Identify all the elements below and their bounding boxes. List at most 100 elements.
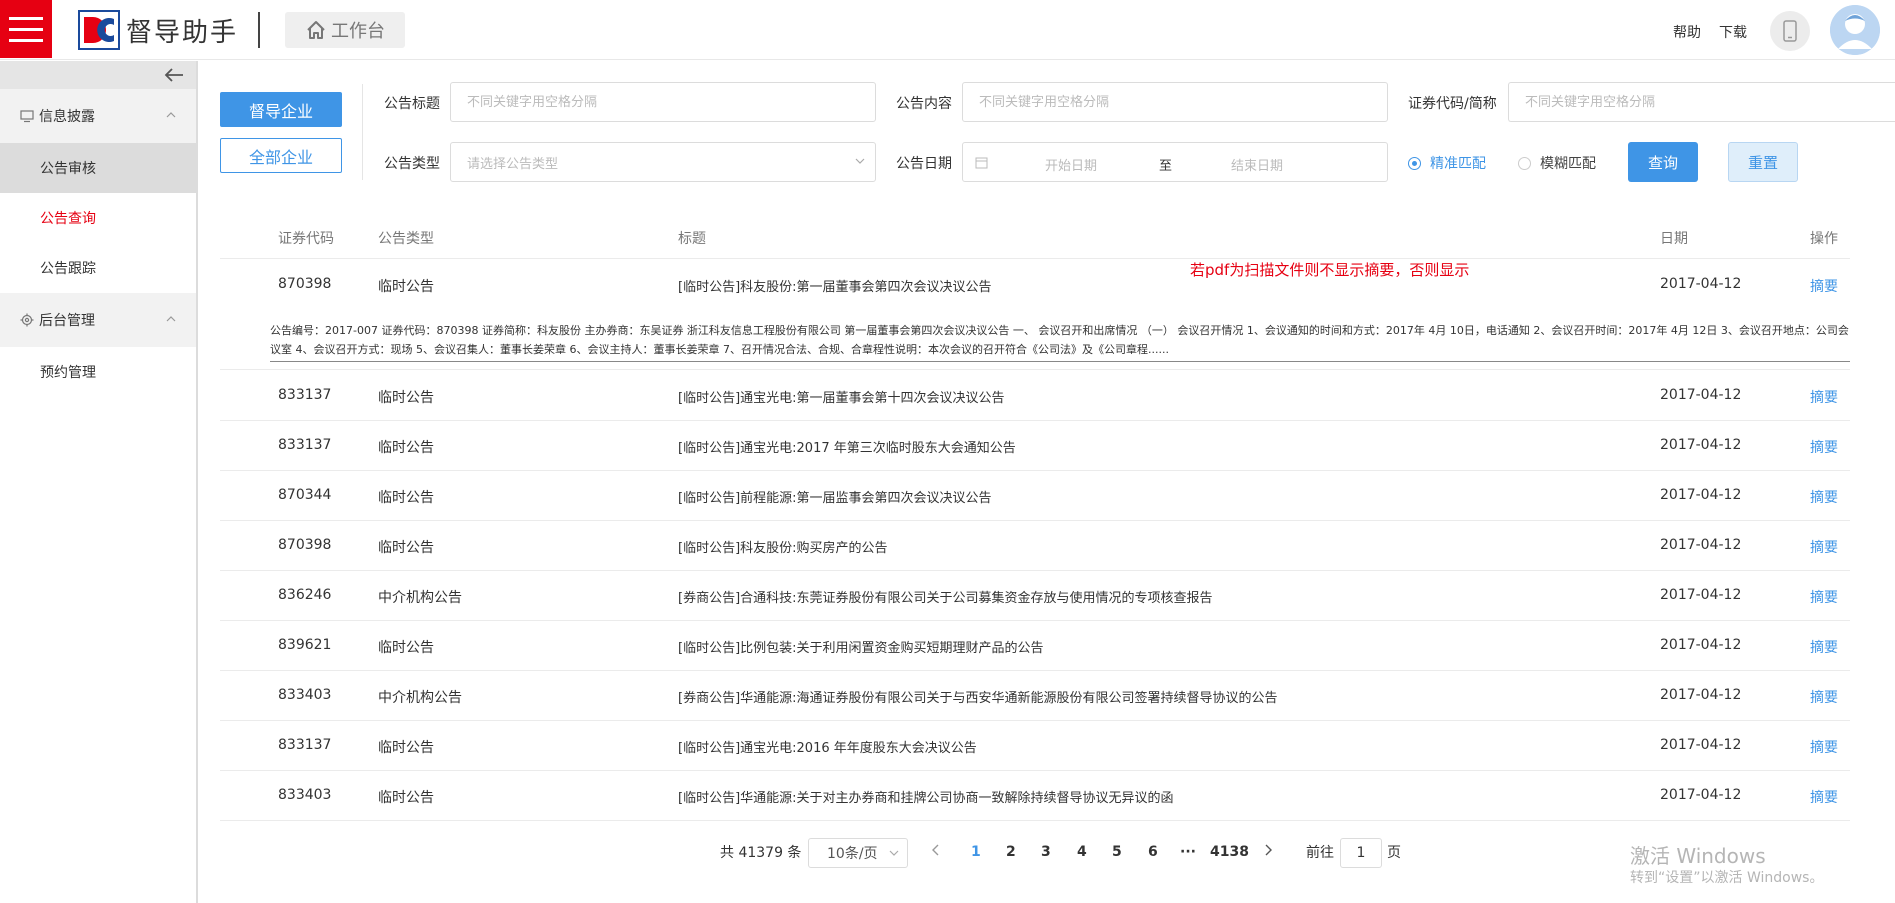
row-date: 2017-04-12: [1660, 787, 1742, 803]
exact-match-radio[interactable]: 精准匹配: [1408, 153, 1486, 173]
row-code: 833137: [278, 387, 332, 403]
row-type: 中介机构公告: [378, 690, 462, 706]
table-row[interactable]: 870344 临时公告 [临时公告]前程能源:第一届监事会第四次会议决议公告 2…: [220, 471, 1850, 521]
top-header: 督导助手 工作台 帮助 下载: [0, 0, 1895, 60]
summary-link[interactable]: 摘要: [1810, 437, 1838, 457]
header-action: 操作: [1810, 231, 1838, 247]
collapse-arrow-icon[interactable]: [164, 67, 184, 83]
hamburger-menu-button[interactable]: [0, 0, 52, 58]
sidebar-item-label: 预约管理: [40, 365, 96, 381]
sidebar-item-review[interactable]: 公告审核: [0, 143, 196, 193]
page-last[interactable]: 4138: [1210, 844, 1249, 860]
code-filter-label: 证券代码/简称: [1408, 96, 1497, 112]
sidebar-item-tracking[interactable]: 公告跟踪: [0, 243, 196, 293]
page-4[interactable]: 4: [1077, 844, 1087, 860]
page-6[interactable]: 6: [1148, 844, 1158, 860]
page-unit-label: 页: [1387, 845, 1401, 861]
query-button[interactable]: 查询: [1628, 142, 1698, 182]
download-link[interactable]: 下载: [1719, 22, 1747, 42]
total-count: 共 41379 条: [720, 845, 802, 861]
sidebar-collapse-bar: [0, 61, 196, 89]
title-search-input[interactable]: [450, 82, 876, 122]
user-avatar[interactable]: [1830, 5, 1880, 55]
table-row[interactable]: 833403 临时公告 [临时公告]华通能源:关于对主办券商和挂牌公司协商一致解…: [220, 771, 1850, 821]
mobile-button[interactable]: [1770, 11, 1810, 51]
content-filter-label: 公告内容: [896, 96, 952, 112]
fuzzy-match-radio[interactable]: 模糊匹配: [1518, 153, 1596, 173]
phone-icon: [1783, 20, 1797, 42]
page-ellipsis[interactable]: ···: [1180, 844, 1196, 860]
summary-link[interactable]: 摘要: [1810, 487, 1838, 507]
row-date: 2017-04-12: [1660, 537, 1742, 553]
end-date-input[interactable]: 结束日期: [1231, 155, 1283, 174]
summary-link[interactable]: 摘要: [1810, 687, 1838, 707]
all-companies-button[interactable]: 全部企业: [220, 138, 342, 173]
sidebar-group-admin[interactable]: 后台管理: [0, 293, 196, 347]
date-range-picker[interactable]: 开始日期 至 结束日期: [962, 142, 1388, 182]
row-type: 临时公告: [378, 390, 434, 406]
summary-link[interactable]: 摘要: [1810, 737, 1838, 757]
sidebar-group-label: 后台管理: [39, 313, 95, 329]
table-row[interactable]: 839621 临时公告 [临时公告]比例包装:关于利用闲置资金购买短期理财产品的…: [220, 621, 1850, 671]
help-link[interactable]: 帮助: [1673, 22, 1701, 42]
row-title: [临时公告]通宝光电:第一届董事会第十四次会议决议公告: [678, 391, 1005, 406]
sidebar-item-query[interactable]: 公告查询: [0, 193, 196, 243]
workbench-button[interactable]: 工作台: [285, 12, 405, 48]
header-divider: [258, 12, 260, 48]
row-code: 833137: [278, 737, 332, 753]
summary-link[interactable]: 摘要: [1810, 387, 1838, 407]
summary-link[interactable]: 摘要: [1810, 787, 1838, 807]
sidebar: 信息披露 公告审核 公告查询 公告跟踪 后台管理 预约管理: [0, 61, 198, 903]
reset-button[interactable]: 重置: [1728, 142, 1798, 182]
supervised-companies-button[interactable]: 督导企业: [220, 92, 342, 127]
page-2[interactable]: 2: [1006, 844, 1016, 860]
summary-link[interactable]: 摘要: [1810, 276, 1838, 296]
app-logo[interactable]: 督导助手: [78, 10, 238, 50]
prev-page-icon[interactable]: [930, 843, 942, 857]
chevron-down-icon: [889, 850, 899, 856]
type-select[interactable]: 请选择公告类型: [450, 142, 876, 182]
content-search-input[interactable]: [962, 82, 1388, 122]
row-code: 833403: [278, 787, 332, 803]
table-row[interactable]: 833403 中介机构公告 [券商公告]华通能源:海通证券股份有限公司关于与西安…: [220, 671, 1850, 721]
summary-link[interactable]: 摘要: [1810, 637, 1838, 657]
row-title: [临时公告]前程能源:第一届监事会第四次会议决议公告: [678, 491, 992, 506]
row-title: [临时公告]华通能源:关于对主办券商和挂牌公司协商一致解除持续督导协议无异议的函: [678, 791, 1174, 806]
sidebar-item-appointment[interactable]: 预约管理: [0, 347, 196, 397]
row-date: 2017-04-12: [1660, 487, 1742, 503]
row-type: 临时公告: [378, 440, 434, 456]
row-title: [券商公告]华通能源:海通证券股份有限公司关于与西安华通新能源股份有限公司签署持…: [678, 691, 1278, 706]
summary-link[interactable]: 摘要: [1810, 587, 1838, 607]
sidebar-item-label: 公告跟踪: [40, 261, 96, 277]
header-code: 证券代码: [278, 231, 334, 247]
goto-label: 前往: [1306, 845, 1334, 861]
page-3[interactable]: 3: [1041, 844, 1051, 860]
table-row[interactable]: 870398 临时公告 [临时公告]科友股份:第一届董事会第四次会议决议公告 2…: [220, 260, 1850, 310]
summary-link[interactable]: 摘要: [1810, 537, 1838, 557]
sidebar-group-disclosure[interactable]: 信息披露: [0, 89, 196, 143]
filter-divider: [362, 84, 363, 180]
row-code: 839621: [278, 637, 332, 653]
table-row[interactable]: 833137 临时公告 [临时公告]通宝光电:2017 年第三次临时股东大会通知…: [220, 421, 1850, 471]
exact-match-label: 精准匹配: [1430, 156, 1486, 172]
table-row[interactable]: 870398 临时公告 [临时公告]科友股份:购买房产的公告 2017-04-1…: [220, 521, 1850, 571]
row-type: 临时公告: [378, 540, 434, 556]
row-date: 2017-04-12: [1660, 587, 1742, 603]
row-code: 836246: [278, 587, 332, 603]
table-row[interactable]: 833137 临时公告 [临时公告]通宝光电:2016 年年度股东大会决议公告 …: [220, 721, 1850, 771]
next-page-icon[interactable]: [1262, 843, 1274, 857]
page-5[interactable]: 5: [1112, 844, 1122, 860]
table-row[interactable]: 836246 中介机构公告 [券商公告]合通科技:东莞证券股份有限公司关于公司募…: [220, 571, 1850, 621]
sidebar-group-label: 信息披露: [39, 109, 95, 125]
sidebar-item-label: 公告查询: [40, 211, 96, 227]
table-row[interactable]: 833137 临时公告 [临时公告]通宝光电:第一届董事会第十四次会议决议公告 …: [220, 371, 1850, 421]
goto-page-input[interactable]: [1340, 838, 1382, 868]
row-title: [临时公告]通宝光电:2017 年第三次临时股东大会通知公告: [678, 441, 1016, 456]
page-size-select[interactable]: 10条/页: [808, 838, 908, 868]
radio-dot: [1518, 156, 1531, 170]
sidebar-item-label: 公告审核: [40, 161, 96, 177]
start-date-input[interactable]: 开始日期: [1045, 155, 1097, 174]
logo-mark-icon: [78, 10, 120, 50]
page-1[interactable]: 1: [971, 844, 981, 860]
code-search-input[interactable]: [1508, 82, 1895, 122]
